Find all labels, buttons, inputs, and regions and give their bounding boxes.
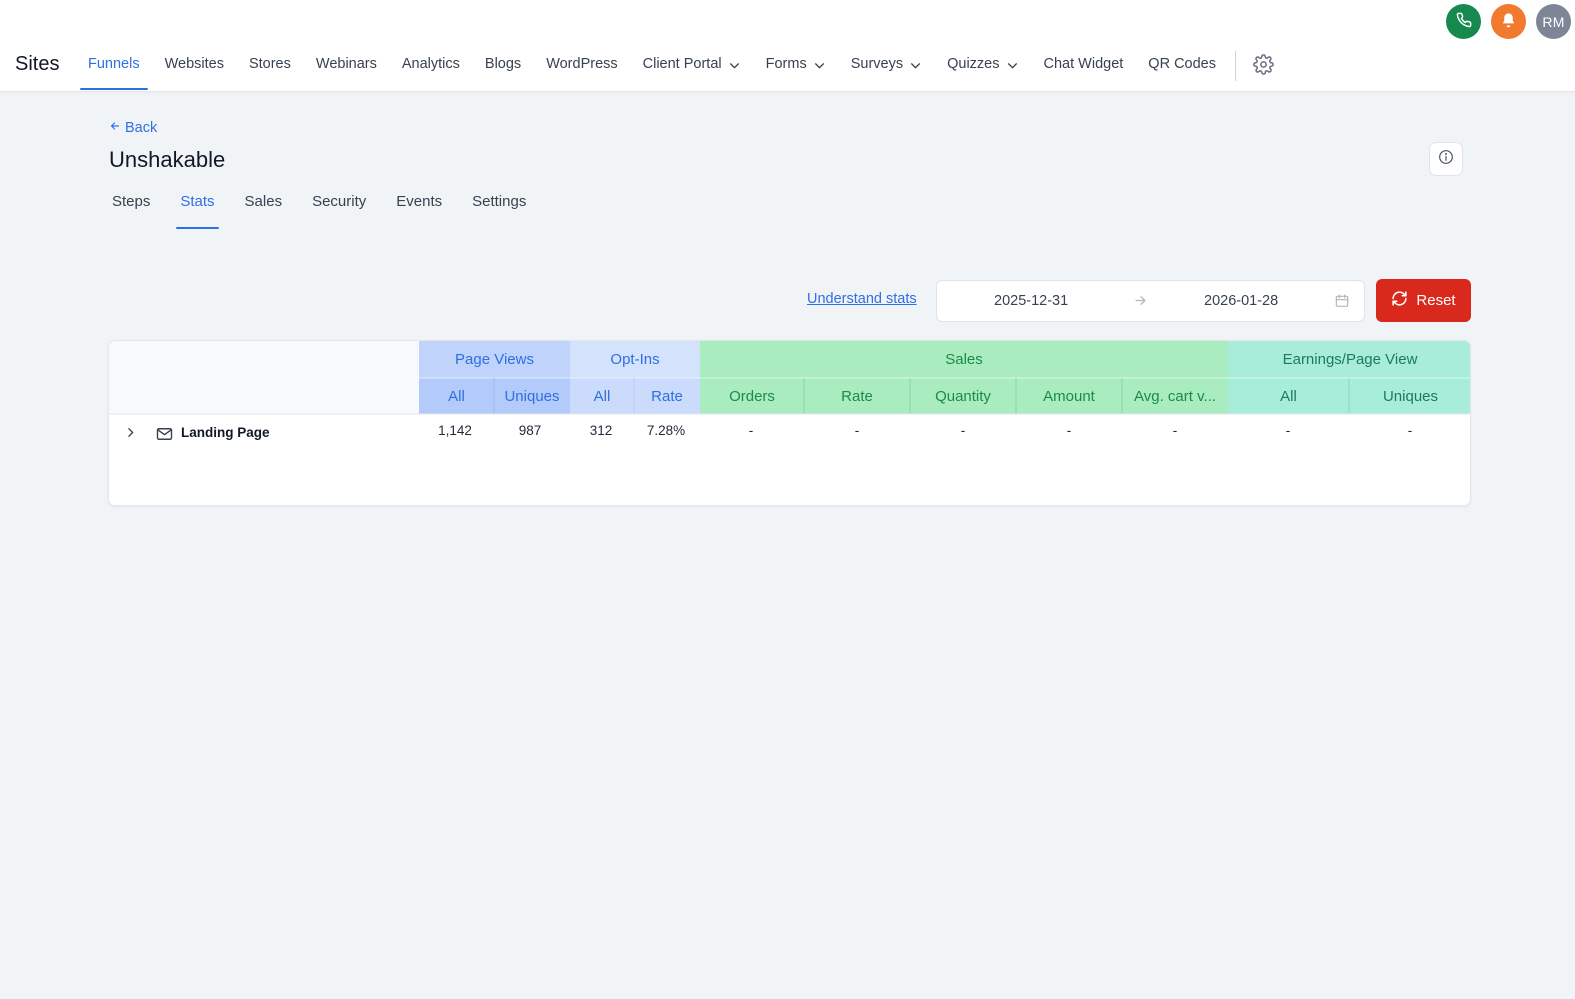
nav-item-label: Analytics xyxy=(401,56,460,72)
tab-sales[interactable]: Sales xyxy=(241,186,287,229)
nav-item-label: Surveys xyxy=(850,56,904,72)
nav-item-label: Stores xyxy=(248,56,291,72)
avatar[interactable]: RM xyxy=(1536,4,1571,39)
nav-item-label: Quizzes xyxy=(947,56,1000,72)
step-name[interactable]: Landing Page xyxy=(181,425,270,440)
phone-button[interactable] xyxy=(1446,4,1481,39)
stats-table: Page Views Opt-Ins Sales Earnings/Page V… xyxy=(108,340,1471,506)
column-header-sales-orders[interactable]: Orders xyxy=(700,378,804,414)
nav-item-label: Blogs xyxy=(484,56,522,72)
column-header-sales-amount[interactable]: Amount xyxy=(1016,378,1122,414)
column-header-page-views-uniques[interactable]: Uniques xyxy=(494,378,570,414)
nav-item-label: Funnels xyxy=(88,56,140,72)
nav-item-wordpress[interactable]: WordPress xyxy=(538,46,625,91)
column-header-sales-rate[interactable]: Rate xyxy=(804,378,910,414)
arrow-left-icon xyxy=(109,120,121,136)
phone-icon xyxy=(1456,12,1472,31)
nav-item-label: Chat Widget xyxy=(1043,56,1124,72)
column-header-earnings-uniques[interactable]: Uniques xyxy=(1349,378,1470,414)
nav-item-label: QR Codes xyxy=(1148,56,1216,72)
nav-item-websites[interactable]: Websites xyxy=(157,46,232,91)
nav-item-funnels[interactable]: Funnels xyxy=(80,46,148,91)
column-header-sales-avg-cart-value[interactable]: Avg. cart v... xyxy=(1122,378,1228,414)
back-link[interactable]: Back xyxy=(109,120,157,136)
chevron-right-icon[interactable] xyxy=(124,426,137,439)
avatar-initials: RM xyxy=(1542,13,1565,30)
nav-item-quizzes[interactable]: Quizzes xyxy=(939,46,1026,91)
top-actions: RM xyxy=(1446,4,1571,39)
cell-sales-avg-cart-value: - xyxy=(1172,423,1178,438)
nav-item-blogs[interactable]: Blogs xyxy=(477,46,529,91)
reset-button[interactable]: Reset xyxy=(1376,279,1471,322)
nav-item-label: Websites xyxy=(164,56,224,72)
gear-icon[interactable] xyxy=(1253,54,1274,75)
nav-item-label: WordPress xyxy=(546,56,618,72)
cell-sales-quantity: - xyxy=(960,423,966,438)
nav-item-chat-widget[interactable]: Chat Widget xyxy=(1036,46,1132,91)
nav-item-stores[interactable]: Stores xyxy=(241,46,299,91)
column-header-opt-ins-all[interactable]: All xyxy=(570,378,634,414)
group-header-opt-ins: Opt-Ins xyxy=(610,351,660,368)
cell-earnings-uniques: - xyxy=(1407,423,1413,438)
mail-icon xyxy=(156,427,173,441)
understand-stats-link[interactable]: Understand stats xyxy=(807,291,917,307)
date-range-picker[interactable]: 2025-12-31 2026-01-28 xyxy=(936,280,1365,322)
nav-item-qr-codes[interactable]: QR Codes xyxy=(1140,46,1224,91)
nav-item-label: Client Portal xyxy=(642,56,722,72)
chevron-down-icon xyxy=(1006,59,1019,72)
cell-earnings-all: - xyxy=(1285,423,1291,438)
cell-opt-ins-rate: 7.28% xyxy=(646,423,686,438)
nav-item-label: Webinars xyxy=(315,56,377,72)
cell-sales-orders: - xyxy=(748,423,754,438)
refresh-icon xyxy=(1391,290,1408,311)
info-button[interactable] xyxy=(1429,142,1463,176)
column-header-sales-quantity[interactable]: Quantity xyxy=(910,378,1016,414)
cell-sales-amount: - xyxy=(1066,423,1072,438)
back-label: Back xyxy=(125,120,158,136)
column-header-page-views-all[interactable]: All xyxy=(419,378,494,414)
chevron-down-icon xyxy=(813,59,826,72)
app-title: Sites xyxy=(15,53,60,75)
funnel-tabs: Steps Stats Sales Security Events Settin… xyxy=(108,186,552,229)
nav-divider xyxy=(1235,51,1236,81)
nav-item-analytics[interactable]: Analytics xyxy=(394,46,468,91)
tab-events[interactable]: Events xyxy=(392,186,446,229)
nav-item-forms[interactable]: Forms xyxy=(758,46,834,91)
nav-item-label: Forms xyxy=(765,56,807,72)
end-date[interactable]: 2026-01-28 xyxy=(1204,293,1278,309)
nav-item-client-portal[interactable]: Client Portal xyxy=(635,46,749,91)
main-nav: Funnels Websites Stores Webinars Analyti… xyxy=(80,46,1274,91)
cell-sales-rate: - xyxy=(854,423,860,438)
arrow-right-icon xyxy=(1133,293,1148,308)
tab-stats[interactable]: Stats xyxy=(176,186,219,229)
chevron-down-icon xyxy=(909,59,922,72)
group-header-sales: Sales xyxy=(945,351,983,368)
nav-item-surveys[interactable]: Surveys xyxy=(843,46,930,91)
calendar-icon xyxy=(1334,293,1350,309)
bell-icon xyxy=(1500,12,1517,32)
cell-page-views-all: 1,142 xyxy=(438,423,472,438)
page-title: Unshakable xyxy=(109,147,226,172)
info-icon xyxy=(1438,149,1454,170)
cell-opt-ins-all: 312 xyxy=(589,423,613,438)
start-date[interactable]: 2025-12-31 xyxy=(994,293,1068,309)
nav-item-webinars[interactable]: Webinars xyxy=(308,46,385,91)
tab-security[interactable]: Security xyxy=(308,186,370,229)
chevron-down-icon xyxy=(728,59,741,72)
tab-steps[interactable]: Steps xyxy=(108,186,154,229)
top-header: RM Sites Funnels Websites Stores Webinar… xyxy=(0,0,1575,92)
column-header-opt-ins-rate[interactable]: Rate xyxy=(634,378,700,414)
cell-page-views-uniques: 987 xyxy=(518,423,542,438)
column-header-earnings-all[interactable]: All xyxy=(1228,378,1349,414)
group-header-page-views: Page Views xyxy=(455,351,534,368)
reset-label: Reset xyxy=(1416,292,1456,309)
notifications-button[interactable] xyxy=(1491,4,1526,39)
tab-settings[interactable]: Settings xyxy=(468,186,530,229)
group-header-earnings-per-page-view: Earnings/Page View xyxy=(1282,351,1418,368)
